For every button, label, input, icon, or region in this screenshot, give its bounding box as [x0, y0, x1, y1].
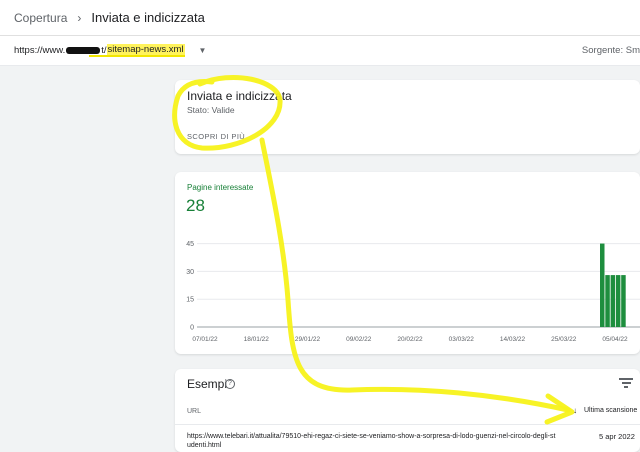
status-card: Inviata e indicizzata Stato: Valide SCOP… [175, 80, 640, 154]
metric-label: Pagine interessate [187, 183, 254, 192]
x-tick-label: 20/02/22 [397, 336, 423, 343]
chart-bar[interactable] [605, 275, 610, 327]
left-background [0, 66, 175, 452]
examples-title: Esempi [187, 377, 228, 391]
column-header-url: URL [187, 408, 202, 415]
row-divider [175, 424, 640, 425]
sitemap-url-filename: sitemap-news.xml [106, 44, 185, 57]
chart-card: Pagine interessate 28 0 15 30 45 07/01/22 18/… [175, 172, 640, 354]
y-tick-label: 30 [186, 269, 194, 276]
breadcrumb-chevron-icon: › [77, 10, 82, 25]
x-tick-label: 09/02/22 [346, 336, 372, 343]
filter-icon[interactable] [619, 378, 633, 388]
sitemap-url-prefix: https://www. [14, 45, 66, 56]
breadcrumb-current: Inviata e indicizzata [91, 10, 205, 25]
chart-bar[interactable] [610, 275, 616, 327]
pages-chart: 0 15 30 45 07/01/22 18/01/22 29/01/22 09/02/22 2… [186, 241, 640, 343]
metric-value: 28 [186, 196, 205, 215]
dropdown-arrow-icon[interactable]: ▼ [199, 46, 207, 55]
table-row-url[interactable]: https://www.telebari.it/attualita/79510-… [187, 432, 559, 450]
x-tick-label: 14/03/22 [500, 336, 526, 343]
redaction-mark [66, 47, 101, 54]
y-tick-label: 45 [186, 241, 194, 248]
x-tick-label: 25/03/22 [551, 336, 577, 343]
y-tick-label: 0 [190, 325, 194, 332]
chart-bar[interactable] [600, 243, 605, 327]
x-tick-label: 05/04/22 [602, 336, 628, 343]
examples-card: Esempi ? URL ↓ Ultima scansione https://… [175, 369, 640, 452]
x-tick-label: 07/01/22 [192, 336, 218, 343]
column-header-last-crawl[interactable]: Ultima scansione [584, 407, 637, 414]
sort-down-icon[interactable]: ↓ [573, 406, 577, 415]
source-label[interactable]: Sorgente: Sm [582, 45, 640, 56]
top-bar: Copertura › Inviata e indicizzata [0, 0, 640, 36]
chart-bar[interactable] [621, 275, 626, 327]
x-tick-label: 03/03/22 [449, 336, 475, 343]
chart-bar[interactable] [615, 275, 621, 327]
help-icon[interactable]: ? [225, 379, 235, 389]
learn-more-link[interactable]: SCOPRI DI PIÙ [187, 132, 245, 141]
status-title: Inviata e indicizzata [187, 89, 292, 103]
x-tick-label: 29/01/22 [295, 336, 321, 343]
table-row-date: 5 apr 2022 [599, 432, 635, 441]
y-tick-label: 15 [186, 297, 194, 304]
x-tick-label: 18/01/22 [244, 336, 270, 343]
sitemap-selector[interactable]: https://www. t/ sitemap-news.xml ▼ [14, 44, 206, 57]
status-text: Stato: Valide [187, 105, 235, 115]
breadcrumb-parent[interactable]: Copertura [14, 11, 67, 25]
property-bar: https://www. t/ sitemap-news.xml ▼ Sorge… [0, 36, 640, 66]
